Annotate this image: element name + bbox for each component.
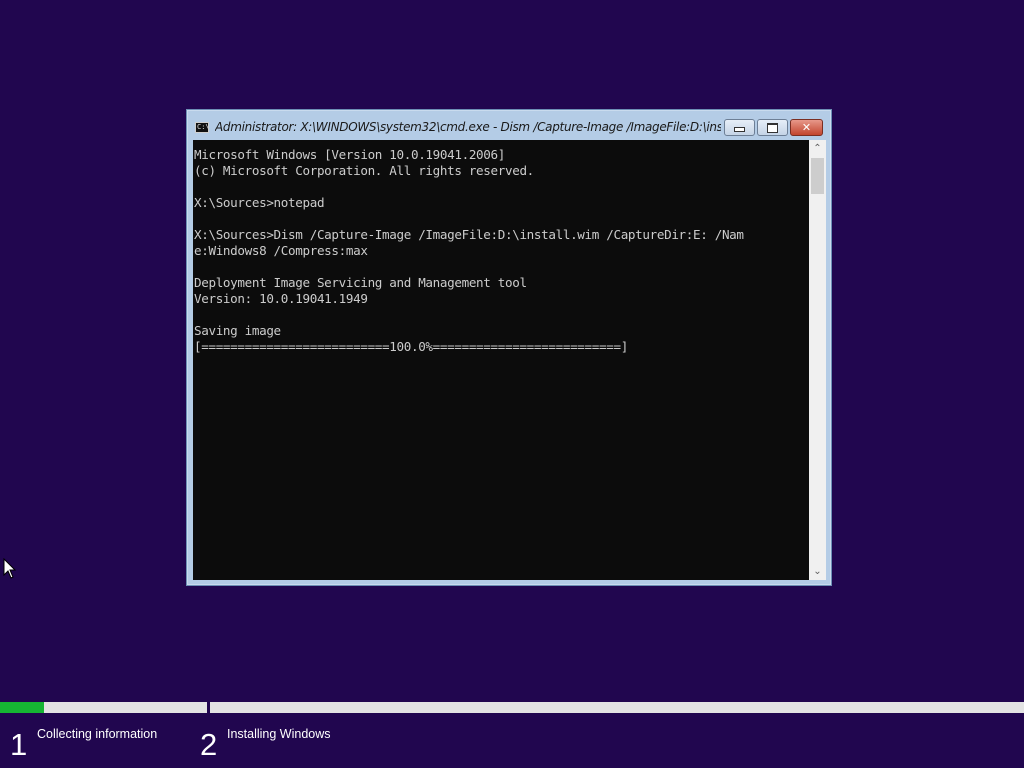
- console-line: X:\Sources>notepad: [194, 195, 325, 210]
- minimize-button[interactable]: [724, 119, 755, 136]
- console-line: (c) Microsoft Corporation. All rights re…: [194, 163, 534, 178]
- console-line: [==========================100.0%=======…: [194, 339, 628, 354]
- scroll-up-icon[interactable]: ⌃: [809, 140, 826, 157]
- progress-step-divider: [207, 700, 210, 715]
- close-icon: ✕: [801, 121, 812, 134]
- cmd-window[interactable]: C:\ Administrator: X:\WINDOWS\system32\c…: [186, 109, 832, 586]
- close-button[interactable]: ✕: [790, 119, 823, 136]
- maximize-icon: [767, 122, 778, 133]
- minimize-icon: [734, 127, 745, 132]
- console-text: Microsoft Windows [Version 10.0.19041.20…: [193, 140, 809, 355]
- title-bar[interactable]: C:\ Administrator: X:\WINDOWS\system32\c…: [187, 110, 831, 140]
- step-label: Installing Windows: [227, 727, 331, 741]
- vertical-scrollbar[interactable]: ⌃ ⌄: [809, 140, 826, 580]
- maximize-button[interactable]: [757, 119, 788, 136]
- console-line: Deployment Image Servicing and Managemen…: [194, 275, 527, 290]
- step-label: Collecting information: [37, 727, 158, 741]
- scroll-down-icon[interactable]: ⌄: [809, 563, 826, 580]
- console-line: Microsoft Windows [Version 10.0.19041.20…: [194, 147, 505, 162]
- caption-buttons: ✕: [724, 119, 823, 137]
- setup-progress-fill: [0, 702, 45, 713]
- console-line: Saving image: [194, 323, 281, 338]
- console-line: e:Windows8 /Compress:max: [194, 243, 368, 258]
- window-title: Administrator: X:\WINDOWS\system32\cmd.e…: [215, 120, 721, 134]
- step-number: 1: [10, 727, 28, 762]
- console-icon[interactable]: C:\: [195, 122, 209, 133]
- setup-progress-bar: [0, 700, 1024, 715]
- console-line: X:\Sources>Dism /Capture-Image /ImageFil…: [194, 227, 744, 242]
- setup-background: C:\ Administrator: X:\WINDOWS\system32\c…: [0, 0, 1024, 768]
- step-number: 2: [200, 727, 218, 762]
- console-output[interactable]: Microsoft Windows [Version 10.0.19041.20…: [193, 140, 809, 580]
- mouse-pointer-icon: [3, 558, 17, 579]
- console-line: Version: 10.0.19041.1949: [194, 291, 368, 306]
- scroll-thumb[interactable]: [811, 158, 824, 194]
